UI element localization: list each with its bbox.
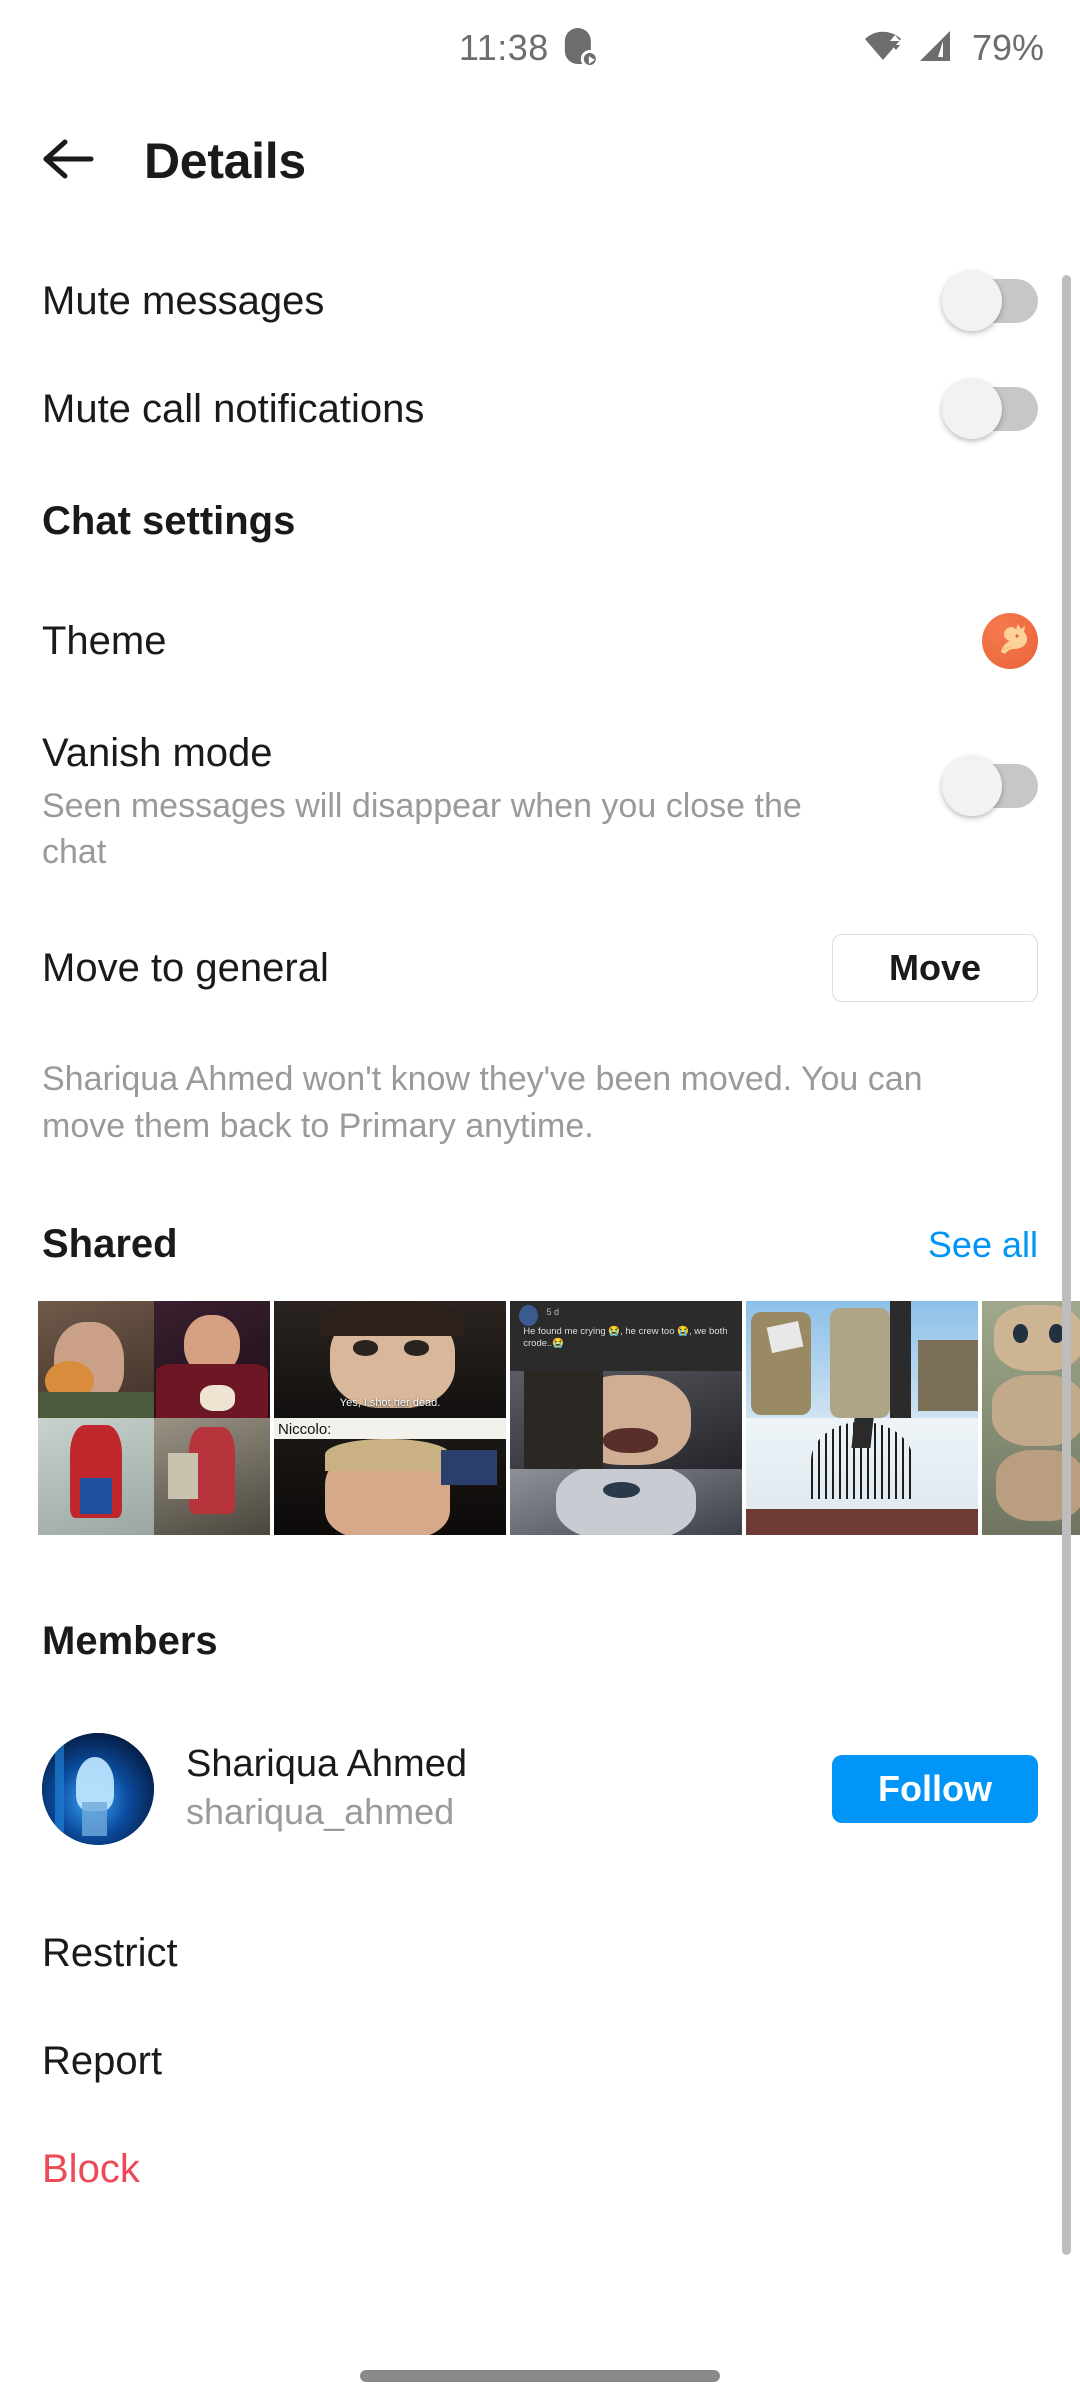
toggle-knob bbox=[942, 379, 1002, 439]
cellular-signal-icon bbox=[916, 29, 954, 68]
shared-media-strip[interactable]: Yes, I shot her dead. Niccolo: 5 d He fo… bbox=[0, 1300, 1080, 1535]
shared-section-header: Shared See all bbox=[0, 1222, 1080, 1267]
status-bar-clock: 11:38 bbox=[458, 27, 549, 68]
theme-label: Theme bbox=[42, 619, 167, 663]
mute-messages-label: Mute messages bbox=[42, 279, 325, 323]
shared-thumbnail-attack-on-titan-scene[interactable] bbox=[746, 1300, 978, 1535]
move-button[interactable]: Move bbox=[832, 933, 1038, 1002]
home-indicator[interactable] bbox=[360, 2370, 720, 2382]
row-restrict[interactable]: Restrict bbox=[0, 1923, 1080, 1985]
member-text: Shariqua Ahmed shariqua_ahmed bbox=[186, 1741, 832, 1835]
row-mute-call-notifications[interactable]: Mute call notifications bbox=[0, 378, 1080, 440]
row-block[interactable]: Block bbox=[0, 2139, 1080, 2201]
status-bar-right: 79% bbox=[862, 27, 1044, 69]
status-bar-center: 11:38 bbox=[459, 27, 599, 69]
members-section-header: Members bbox=[0, 1611, 1080, 1673]
member-username: shariqua_ahmed bbox=[186, 1790, 455, 1832]
settings-content: Mute messages Mute call notifications Ch… bbox=[0, 226, 1080, 2400]
wifi-icon bbox=[862, 29, 904, 68]
vanish-mode-description: Seen messages will disappear when you cl… bbox=[42, 787, 802, 871]
app-header: Details bbox=[0, 96, 1080, 226]
toggle-knob bbox=[942, 756, 1002, 816]
chat-settings-title: Chat settings bbox=[42, 498, 296, 543]
move-to-general-note: Shariqua Ahmed won't know they've been m… bbox=[42, 1059, 923, 1145]
restrict-label[interactable]: Restrict bbox=[42, 1931, 178, 1976]
vanish-mode-label: Vanish mode bbox=[42, 731, 273, 775]
move-to-general-label: Move to general bbox=[42, 945, 329, 990]
shariqua-avatar[interactable] bbox=[42, 1732, 154, 1845]
shared-thumbnail-niccolo-shot-her-dead-meme[interactable]: Yes, I shot her dead. Niccolo: bbox=[274, 1300, 506, 1535]
report-label[interactable]: Report bbox=[42, 2039, 162, 2084]
row-move-to-general: Move to general Move bbox=[0, 933, 1080, 1002]
shared-thumbnail-he-found-me-crying-meme[interactable]: 5 d He found me crying 😭, he crew too 😭,… bbox=[510, 1300, 742, 1535]
shared-thumbnail-spider-man-burger-meme[interactable] bbox=[38, 1300, 270, 1535]
battery-percentage: 79% bbox=[971, 27, 1044, 68]
member-display-name: Shariqua Ahmed bbox=[186, 1743, 467, 1786]
row-report[interactable]: Report bbox=[0, 2031, 1080, 2093]
back-arrow-icon bbox=[41, 136, 97, 187]
member-list-item[interactable]: Shariqua Ahmed shariqua_ahmed Follow bbox=[0, 1732, 1080, 1845]
details-screen: 11:38 79% Details Mute messages Mute cal… bbox=[0, 0, 1080, 2400]
shared-title: Shared bbox=[42, 1221, 178, 1266]
see-all-link[interactable]: See all bbox=[928, 1224, 1038, 1266]
follow-button[interactable]: Follow bbox=[832, 1754, 1038, 1823]
members-title: Members bbox=[42, 1619, 218, 1664]
status-bar: 11:38 79% bbox=[0, 0, 1080, 96]
back-button[interactable] bbox=[14, 106, 124, 216]
row-mute-messages[interactable]: Mute messages bbox=[0, 270, 1080, 332]
thumbnail-caption-top: Yes, I shot her dead. bbox=[339, 1397, 441, 1410]
toggle-knob bbox=[942, 271, 1002, 331]
thumbnail-caption: He found me crying 😭, he crew too 😭, we … bbox=[523, 1325, 728, 1349]
mute-call-notifications-label: Mute call notifications bbox=[42, 387, 425, 431]
page-title: Details bbox=[144, 133, 306, 189]
dragon-theme-icon[interactable] bbox=[982, 613, 1038, 669]
row-vanish-mode[interactable]: Vanish mode Seen messages will disappear… bbox=[0, 728, 1080, 876]
vertical-scrollbar[interactable] bbox=[1062, 275, 1071, 2255]
mute-call-notifications-toggle[interactable] bbox=[942, 379, 1038, 439]
chat-settings-section: Chat settings bbox=[0, 490, 1080, 552]
mute-messages-toggle[interactable] bbox=[942, 271, 1038, 331]
thumbnail-meta: 5 d bbox=[546, 1307, 559, 1318]
media-notification-icon bbox=[564, 28, 599, 68]
block-label[interactable]: Block bbox=[42, 2147, 140, 2192]
row-theme[interactable]: Theme bbox=[0, 610, 1080, 672]
vanish-mode-toggle[interactable] bbox=[942, 756, 1038, 816]
